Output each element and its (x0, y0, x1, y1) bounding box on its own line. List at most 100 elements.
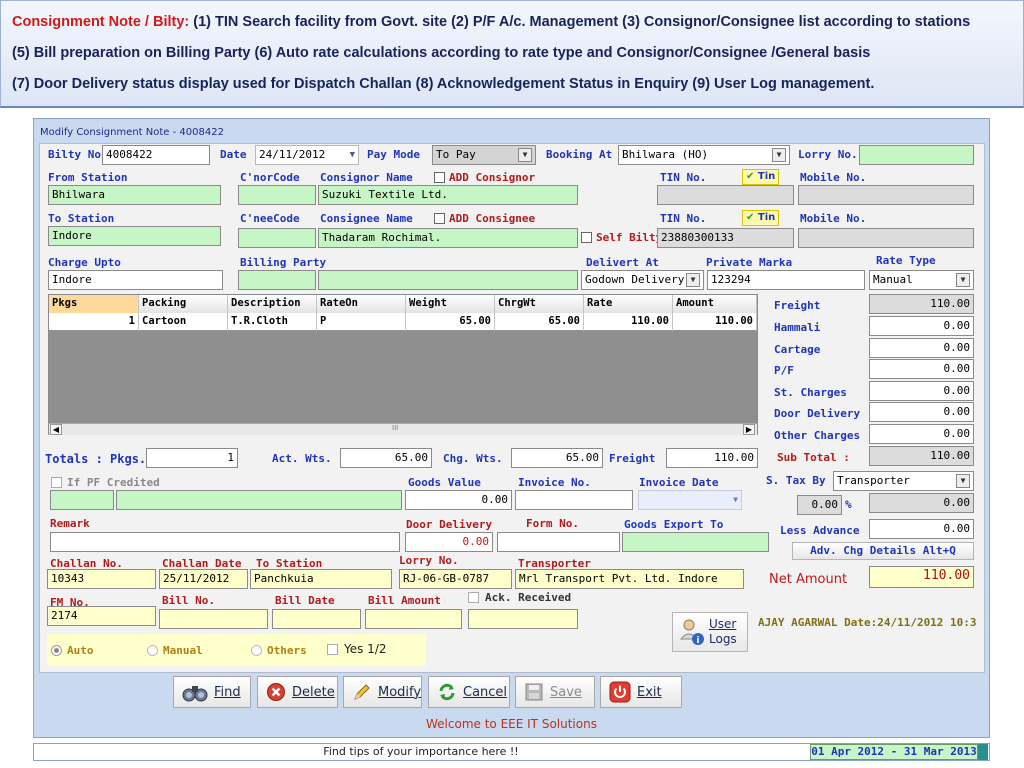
mode-manual-option[interactable]: Manual (147, 644, 203, 657)
mode-others-option[interactable]: Others (251, 644, 307, 657)
grid-header-packing[interactable]: Packing (139, 295, 228, 313)
self-bilty-checkbox[interactable] (581, 232, 592, 243)
pf-name-input[interactable] (116, 490, 402, 510)
billing-party-code-input[interactable] (238, 270, 316, 290)
bill-no-input[interactable] (159, 609, 268, 629)
invoice-no-input[interactable] (515, 490, 633, 510)
chevron-down-icon[interactable]: ▼ (350, 147, 355, 163)
chevron-down-icon[interactable]: ▼ (733, 492, 738, 508)
act-wts-input[interactable]: 65.00 (340, 448, 432, 468)
hammali-input[interactable]: 0.00 (869, 316, 974, 336)
paymode-select[interactable]: To Pay ▼ (432, 145, 536, 165)
freight-charge-input[interactable]: 110.00 (869, 294, 974, 314)
door-delivery-input[interactable]: 0.00 (405, 532, 493, 552)
subtotal-input[interactable]: 110.00 (869, 446, 974, 466)
chevron-down-icon[interactable]: ▼ (956, 273, 970, 287)
pf-credited-option[interactable]: If PF Credited (51, 476, 160, 489)
charge-upto-input[interactable]: Indore (48, 270, 223, 290)
private-marka-input[interactable]: 123294 (707, 270, 865, 290)
self-bilty-option[interactable]: Self Bilty (581, 231, 662, 244)
bilty-input[interactable]: 4008422 (102, 145, 210, 165)
invoice-date-picker[interactable]: ▼ (638, 490, 742, 510)
delete-button[interactable]: Delete (257, 676, 338, 708)
challan-lorry-input[interactable]: RJ-06-GB-0787 (399, 569, 512, 589)
cell-rateon[interactable]: P (317, 313, 406, 331)
stax-amount-input[interactable]: 0.00 (869, 493, 974, 513)
bill-amount-input[interactable] (365, 609, 462, 629)
consignee-tin-input[interactable]: 23880300133 (657, 228, 794, 248)
goods-value-input[interactable]: 0.00 (405, 490, 512, 510)
add-consignee-checkbox[interactable] (434, 213, 445, 224)
pf-input[interactable]: 0.00 (869, 359, 974, 379)
transporter-input[interactable]: Mrl Transport Pvt. Ltd. Indore (515, 569, 744, 589)
cell-packing[interactable]: Cartoon (139, 313, 228, 331)
consignment-grid[interactable]: Pkgs Packing Description RateOn Weight C… (48, 294, 758, 435)
challan-no-input[interactable]: 10343 (47, 569, 156, 589)
consignor-name-input[interactable]: Suzuki Textile Ltd. (318, 185, 578, 205)
challan-date-input[interactable]: 25/11/2012 (159, 569, 248, 589)
add-consignee-option[interactable]: ADD Consignee (434, 212, 535, 225)
cell-chrgwt[interactable]: 65.00 (495, 313, 584, 331)
add-consignor-checkbox[interactable] (434, 172, 445, 183)
consignor-tin-input[interactable] (657, 185, 794, 205)
rate-type-select[interactable]: Manual ▼ (869, 270, 974, 290)
chevron-down-icon[interactable]: ▼ (772, 148, 786, 162)
grid-header-amount[interactable]: Amount (673, 295, 757, 313)
from-station-input[interactable]: Bhilwara (48, 185, 221, 205)
grid-header-weight[interactable]: Weight (406, 295, 495, 313)
find-button[interactable]: Find (173, 676, 251, 708)
table-row[interactable]: 1 Cartoon T.R.Cloth P 65.00 65.00 110.00… (49, 313, 757, 331)
remark-input[interactable] (50, 532, 400, 552)
scroll-left-icon[interactable]: ◀ (50, 424, 62, 435)
mode-others-radio[interactable] (251, 645, 262, 656)
chevron-down-icon[interactable]: ▼ (686, 273, 700, 287)
total-pkgs-input[interactable]: 1 (146, 448, 238, 468)
lorry-input[interactable] (859, 145, 974, 165)
less-advance-input[interactable]: 0.00 (869, 519, 974, 539)
cartage-input[interactable]: 0.00 (869, 338, 974, 358)
ack-received-option[interactable]: Ack. Received (468, 591, 571, 604)
yes-half-option[interactable]: Yes 1/2 (327, 642, 387, 656)
grid-header-pkgs[interactable]: Pkgs (49, 295, 139, 313)
chevron-down-icon[interactable]: ▼ (956, 474, 970, 488)
cell-rate[interactable]: 110.00 (584, 313, 673, 331)
stax-percent-input[interactable]: 0.00 (797, 495, 842, 515)
add-consignor-option[interactable]: ADD Consignor (434, 171, 535, 184)
yes-half-checkbox[interactable] (327, 643, 338, 655)
goods-export-input[interactable] (622, 532, 769, 552)
form-no-input[interactable] (497, 532, 620, 552)
scroll-right-icon[interactable]: ▶ (743, 424, 755, 435)
mode-auto-option[interactable]: Auto (51, 644, 94, 657)
mode-manual-radio[interactable] (147, 645, 158, 656)
modify-button[interactable]: Modify (343, 676, 422, 708)
cell-amount[interactable]: 110.00 (673, 313, 757, 331)
exit-button[interactable]: Exit (600, 676, 682, 708)
st-charges-input[interactable]: 0.00 (869, 381, 974, 401)
chevron-down-icon[interactable]: ▼ (518, 148, 532, 162)
cell-weight[interactable]: 65.00 (406, 313, 495, 331)
to-station-input[interactable]: Indore (48, 226, 221, 246)
consignee-mobile-input[interactable] (798, 228, 974, 248)
pf-credited-checkbox[interactable] (51, 477, 62, 488)
bill-date-input[interactable] (272, 609, 361, 629)
adv-charge-details-button[interactable]: Adv. Chg Details Alt+Q (792, 542, 974, 560)
stax-by-select[interactable]: Transporter ▼ (833, 471, 974, 491)
consignee-name-input[interactable]: Thadaram Rochimal. (318, 228, 578, 248)
ack-received-checkbox[interactable] (468, 592, 479, 603)
cell-description[interactable]: T.R.Cloth (228, 313, 317, 331)
consignor-mobile-input[interactable] (798, 185, 974, 205)
save-button[interactable]: Save (515, 676, 595, 708)
door-delivery-charge-input[interactable]: 0.00 (869, 402, 974, 422)
consignee-tin-search-button[interactable]: ✔ Tin (742, 210, 780, 226)
cnee-code-input[interactable] (238, 228, 316, 248)
date-picker[interactable]: 24/11/2012 ▼ (255, 145, 359, 165)
total-freight-input[interactable]: 110.00 (666, 448, 758, 468)
challan-station-input[interactable]: Panchkuia (250, 569, 392, 589)
delivert-at-select[interactable]: Godown Delivery ▼ (581, 270, 704, 290)
fm-no-input[interactable]: 2174 (47, 606, 156, 626)
mode-auto-radio[interactable] (51, 645, 62, 656)
cnor-code-input[interactable] (238, 185, 316, 205)
grid-header-rate[interactable]: Rate (584, 295, 673, 313)
cancel-button[interactable]: Cancel (428, 676, 510, 708)
scroll-thumb-grip[interactable]: III (392, 424, 398, 432)
